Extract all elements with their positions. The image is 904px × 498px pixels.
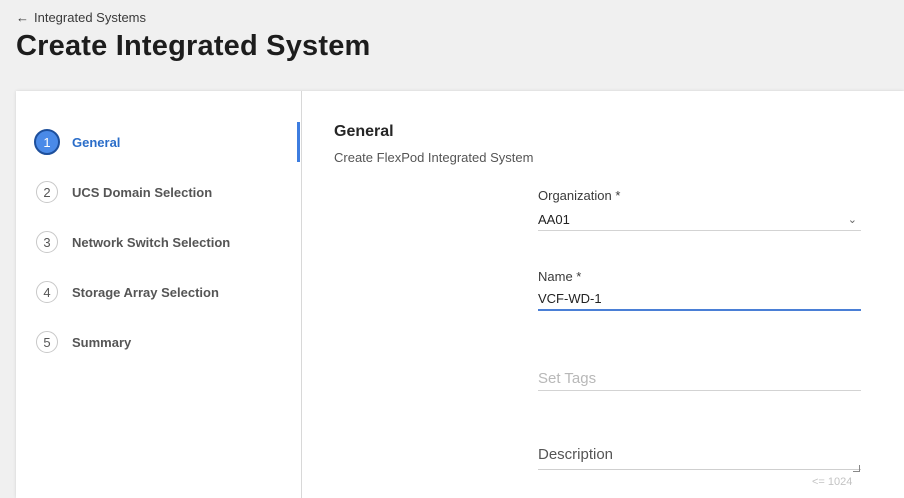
organization-label: Organization * [538,188,621,203]
section-title: General [334,123,394,140]
step-general[interactable]: 1 General [34,129,121,155]
step-label: General [72,134,121,150]
arrow-left-icon: ← [16,10,29,25]
step-ucs-domain-selection[interactable]: 2 UCS Domain Selection [36,179,212,205]
description-wrapper [538,446,861,475]
step-storage-array-selection[interactable]: 4 Storage Array Selection [36,279,219,305]
tags-input[interactable] [538,368,861,391]
organization-value: AA01 [538,211,570,227]
tags-field [538,368,861,391]
step-label: Storage Array Selection [72,284,219,300]
page-title: Create Integrated System [16,30,371,62]
description-field [538,446,861,475]
step-network-switch-selection[interactable]: 3 Network Switch Selection [36,229,230,255]
step-number: 5 [36,331,58,353]
step-label: Network Switch Selection [72,234,231,250]
resize-handle-icon[interactable] [853,465,860,472]
wizard-stepper: 1 General 2 UCS Domain Selection 3 Netwo… [16,91,302,498]
step-number: 3 [36,231,58,253]
organization-field: Organization * AA01 ⌄ [538,188,861,231]
name-field: Name * [538,269,861,311]
step-number: 2 [36,181,58,203]
chevron-down-icon: ⌄ [847,213,857,226]
step-number: 4 [36,281,58,303]
description-char-limit: <= 1024 [812,476,853,488]
step-number: 1 [34,129,60,155]
wizard-card: 1 General 2 UCS Domain Selection 3 Netwo… [16,91,904,498]
name-input[interactable] [538,289,861,311]
step-label: UCS Domain Selection [72,184,213,200]
organization-select[interactable]: AA01 ⌄ [538,208,861,231]
name-label: Name * [538,269,582,284]
breadcrumb-label: Integrated Systems [34,10,146,25]
description-textarea[interactable] [538,446,861,470]
step-label: Summary [72,334,132,350]
section-subtitle: Create FlexPod Integrated System [334,150,534,165]
active-step-indicator [297,122,300,162]
breadcrumb-back-link[interactable]: ← Integrated Systems [16,10,146,25]
step-summary[interactable]: 5 Summary [36,329,131,355]
